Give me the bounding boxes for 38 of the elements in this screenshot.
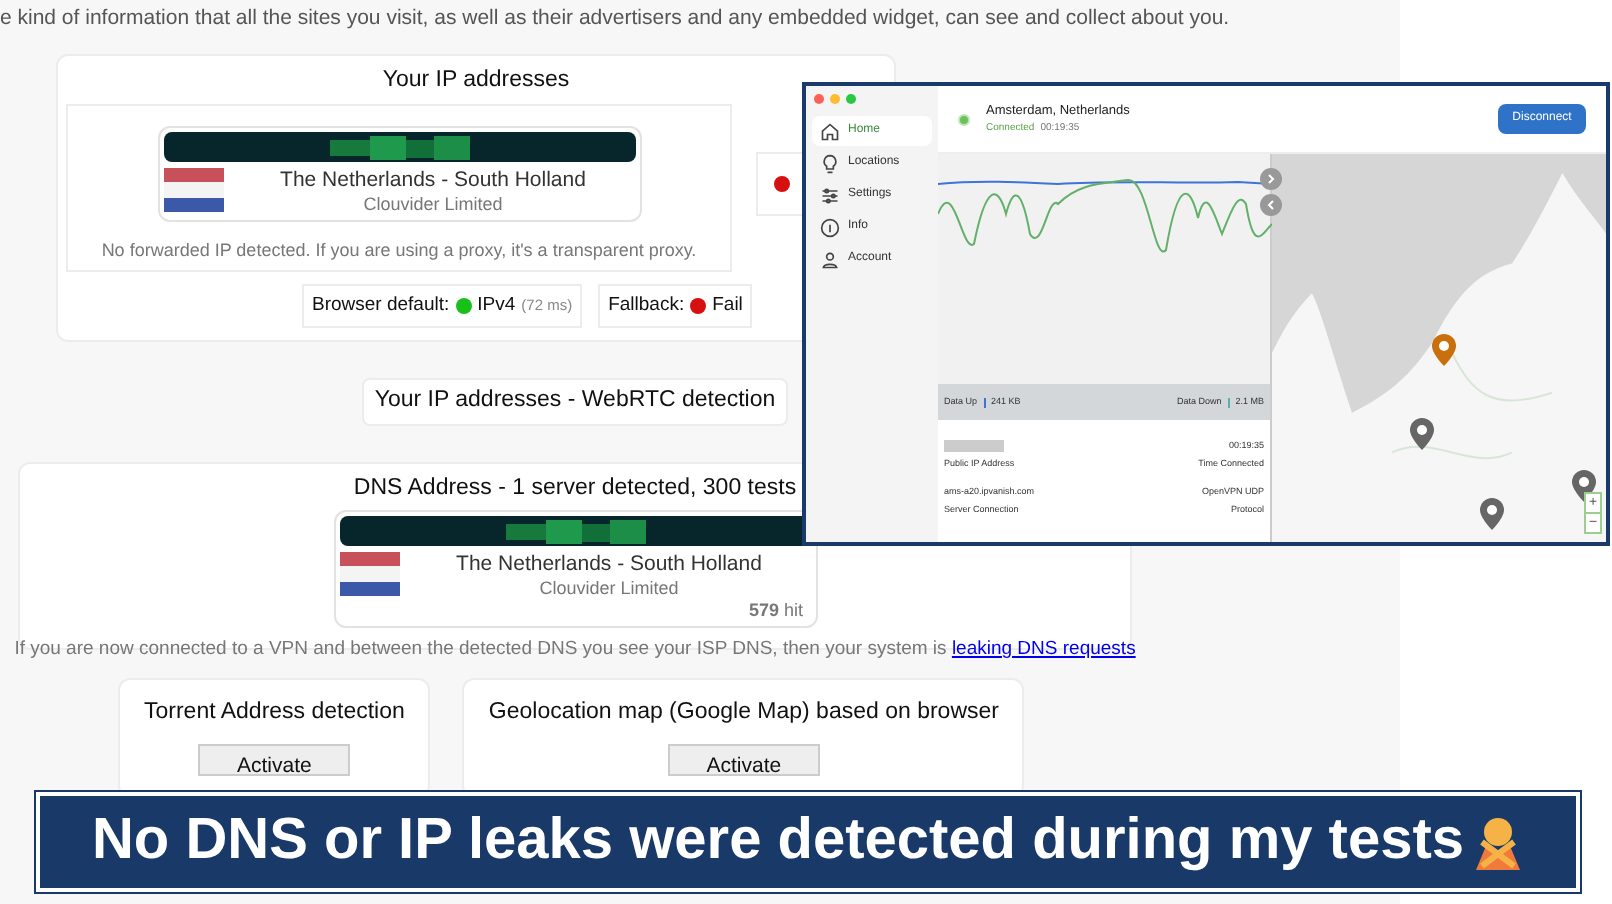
isp-text: Clouvider Limited bbox=[539, 578, 679, 600]
card-title: DNS Address - 1 server detected, 300 tests bbox=[353, 474, 797, 504]
info-icon bbox=[820, 217, 840, 237]
leak-link[interactable]: leaking DNS requests bbox=[951, 638, 1136, 660]
intro-text: e kind of information that all the sites you visit, as well as their advertisers and any embedded widget, can see and collect about you. bbox=[0, 4, 1232, 32]
map-pin-icon[interactable] bbox=[1432, 334, 1456, 366]
flag-icon bbox=[163, 168, 223, 212]
location-text: The Netherlands - South Holland bbox=[280, 168, 586, 194]
dns-note-text: If you are now connected to a VPN and between the detected DNS you see your ISP DNS, then your system is leaking DNS requests bbox=[14, 636, 1136, 664]
person-gesture-icon bbox=[1472, 814, 1525, 870]
protocol-value: Fail bbox=[712, 291, 743, 320]
map-pin-icon[interactable] bbox=[1480, 498, 1504, 530]
activate-button[interactable]: Activate bbox=[667, 744, 820, 777]
chevron-right-icon[interactable] bbox=[1260, 168, 1282, 190]
sliders-icon bbox=[820, 185, 840, 205]
caption-text: No DNS or IP leaks were detected during my tests bbox=[91, 806, 1465, 877]
chevron-left-icon[interactable] bbox=[1260, 194, 1282, 216]
flag-icon bbox=[339, 552, 399, 596]
close-window-icon[interactable] bbox=[814, 94, 824, 104]
lightbulb-icon bbox=[820, 153, 840, 173]
section-heading: Your IP addresses - WebRTC detection bbox=[362, 378, 788, 426]
home-icon bbox=[820, 121, 840, 141]
user-icon bbox=[820, 249, 840, 269]
activate-button[interactable]: Activate bbox=[198, 744, 351, 777]
zoom-window-icon[interactable] bbox=[846, 94, 856, 104]
redacted-value bbox=[944, 440, 1004, 452]
protocol-value: IPv4 bbox=[477, 291, 516, 320]
hit-count: 579 hit bbox=[748, 600, 803, 622]
minimize-window-icon[interactable] bbox=[830, 94, 840, 104]
isp-text: Clouvider Limited bbox=[363, 194, 503, 216]
protocol-label: Fallback: bbox=[608, 291, 685, 320]
protocol-label: Browser default: bbox=[312, 291, 450, 320]
note-text: No forwarded IP detected. If you are using a proxy, it's a transparent proxy. bbox=[101, 238, 697, 264]
card-title: Your IP addresses bbox=[382, 66, 570, 96]
location-text: The Netherlands - South Holland bbox=[456, 552, 762, 578]
card-title: Torrent Address detection bbox=[144, 698, 405, 728]
map-pin-icon[interactable] bbox=[1410, 418, 1434, 450]
card-title: Geolocation map (Google Map) based on browser bbox=[488, 698, 999, 728]
